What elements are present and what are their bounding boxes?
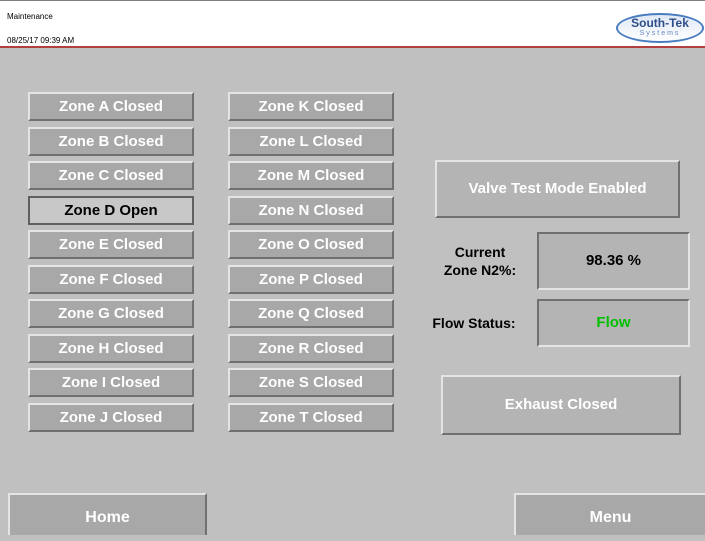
flow-status-label: Flow Status: <box>432 315 516 331</box>
zone-n-button[interactable]: Zone N Closed <box>228 196 394 225</box>
zone-f-button[interactable]: Zone F Closed <box>28 265 194 294</box>
zone-h-button[interactable]: Zone H Closed <box>28 334 194 363</box>
screen-title: Maintenance <box>7 12 53 21</box>
zone-a-button[interactable]: Zone A Closed <box>28 92 194 121</box>
menu-button[interactable]: Menu <box>514 493 705 535</box>
zone-i-button[interactable]: Zone I Closed <box>28 368 194 397</box>
zone-d-button[interactable]: Zone D Open <box>28 196 194 225</box>
zone-l-button[interactable]: Zone L Closed <box>228 127 394 156</box>
zone-e-button[interactable]: Zone E Closed <box>28 230 194 259</box>
n2-label-line1: Current <box>454 244 506 260</box>
date-time: 08/25/17 09:39 AM <box>7 36 75 45</box>
zone-b-button[interactable]: Zone B Closed <box>28 127 194 156</box>
south-tek-logo: South-Tek Systems <box>616 9 704 43</box>
n2-label-line2: Zone N2%: <box>443 262 517 278</box>
logo-subtitle: Systems <box>639 30 681 37</box>
logo-name: South-Tek <box>631 16 689 30</box>
home-button[interactable]: Home <box>8 493 207 535</box>
zone-g-button[interactable]: Zone G Closed <box>28 299 194 328</box>
zone-o-button[interactable]: Zone O Closed <box>228 230 394 259</box>
current-zone-n2-label: Current Zone N2%: <box>428 243 532 279</box>
n2-value-display: 98.36 % <box>537 232 690 290</box>
header-bar: Maintenance 08/25/17 09:39 AM South-Tek … <box>0 0 705 48</box>
zone-p-button[interactable]: Zone P Closed <box>228 265 394 294</box>
exhaust-button[interactable]: Exhaust Closed <box>441 375 681 435</box>
zone-s-button[interactable]: Zone S Closed <box>228 368 394 397</box>
zone-j-button[interactable]: Zone J Closed <box>28 403 194 432</box>
flow-status-value: Flow <box>537 299 690 347</box>
zone-c-button[interactable]: Zone C Closed <box>28 161 194 190</box>
zone-m-button[interactable]: Zone M Closed <box>228 161 394 190</box>
valve-test-mode-button[interactable]: Valve Test Mode Enabled <box>435 160 680 218</box>
zone-t-button[interactable]: Zone T Closed <box>228 403 394 432</box>
zone-k-button[interactable]: Zone K Closed <box>228 92 394 121</box>
zone-r-button[interactable]: Zone R Closed <box>228 334 394 363</box>
zone-q-button[interactable]: Zone Q Closed <box>228 299 394 328</box>
